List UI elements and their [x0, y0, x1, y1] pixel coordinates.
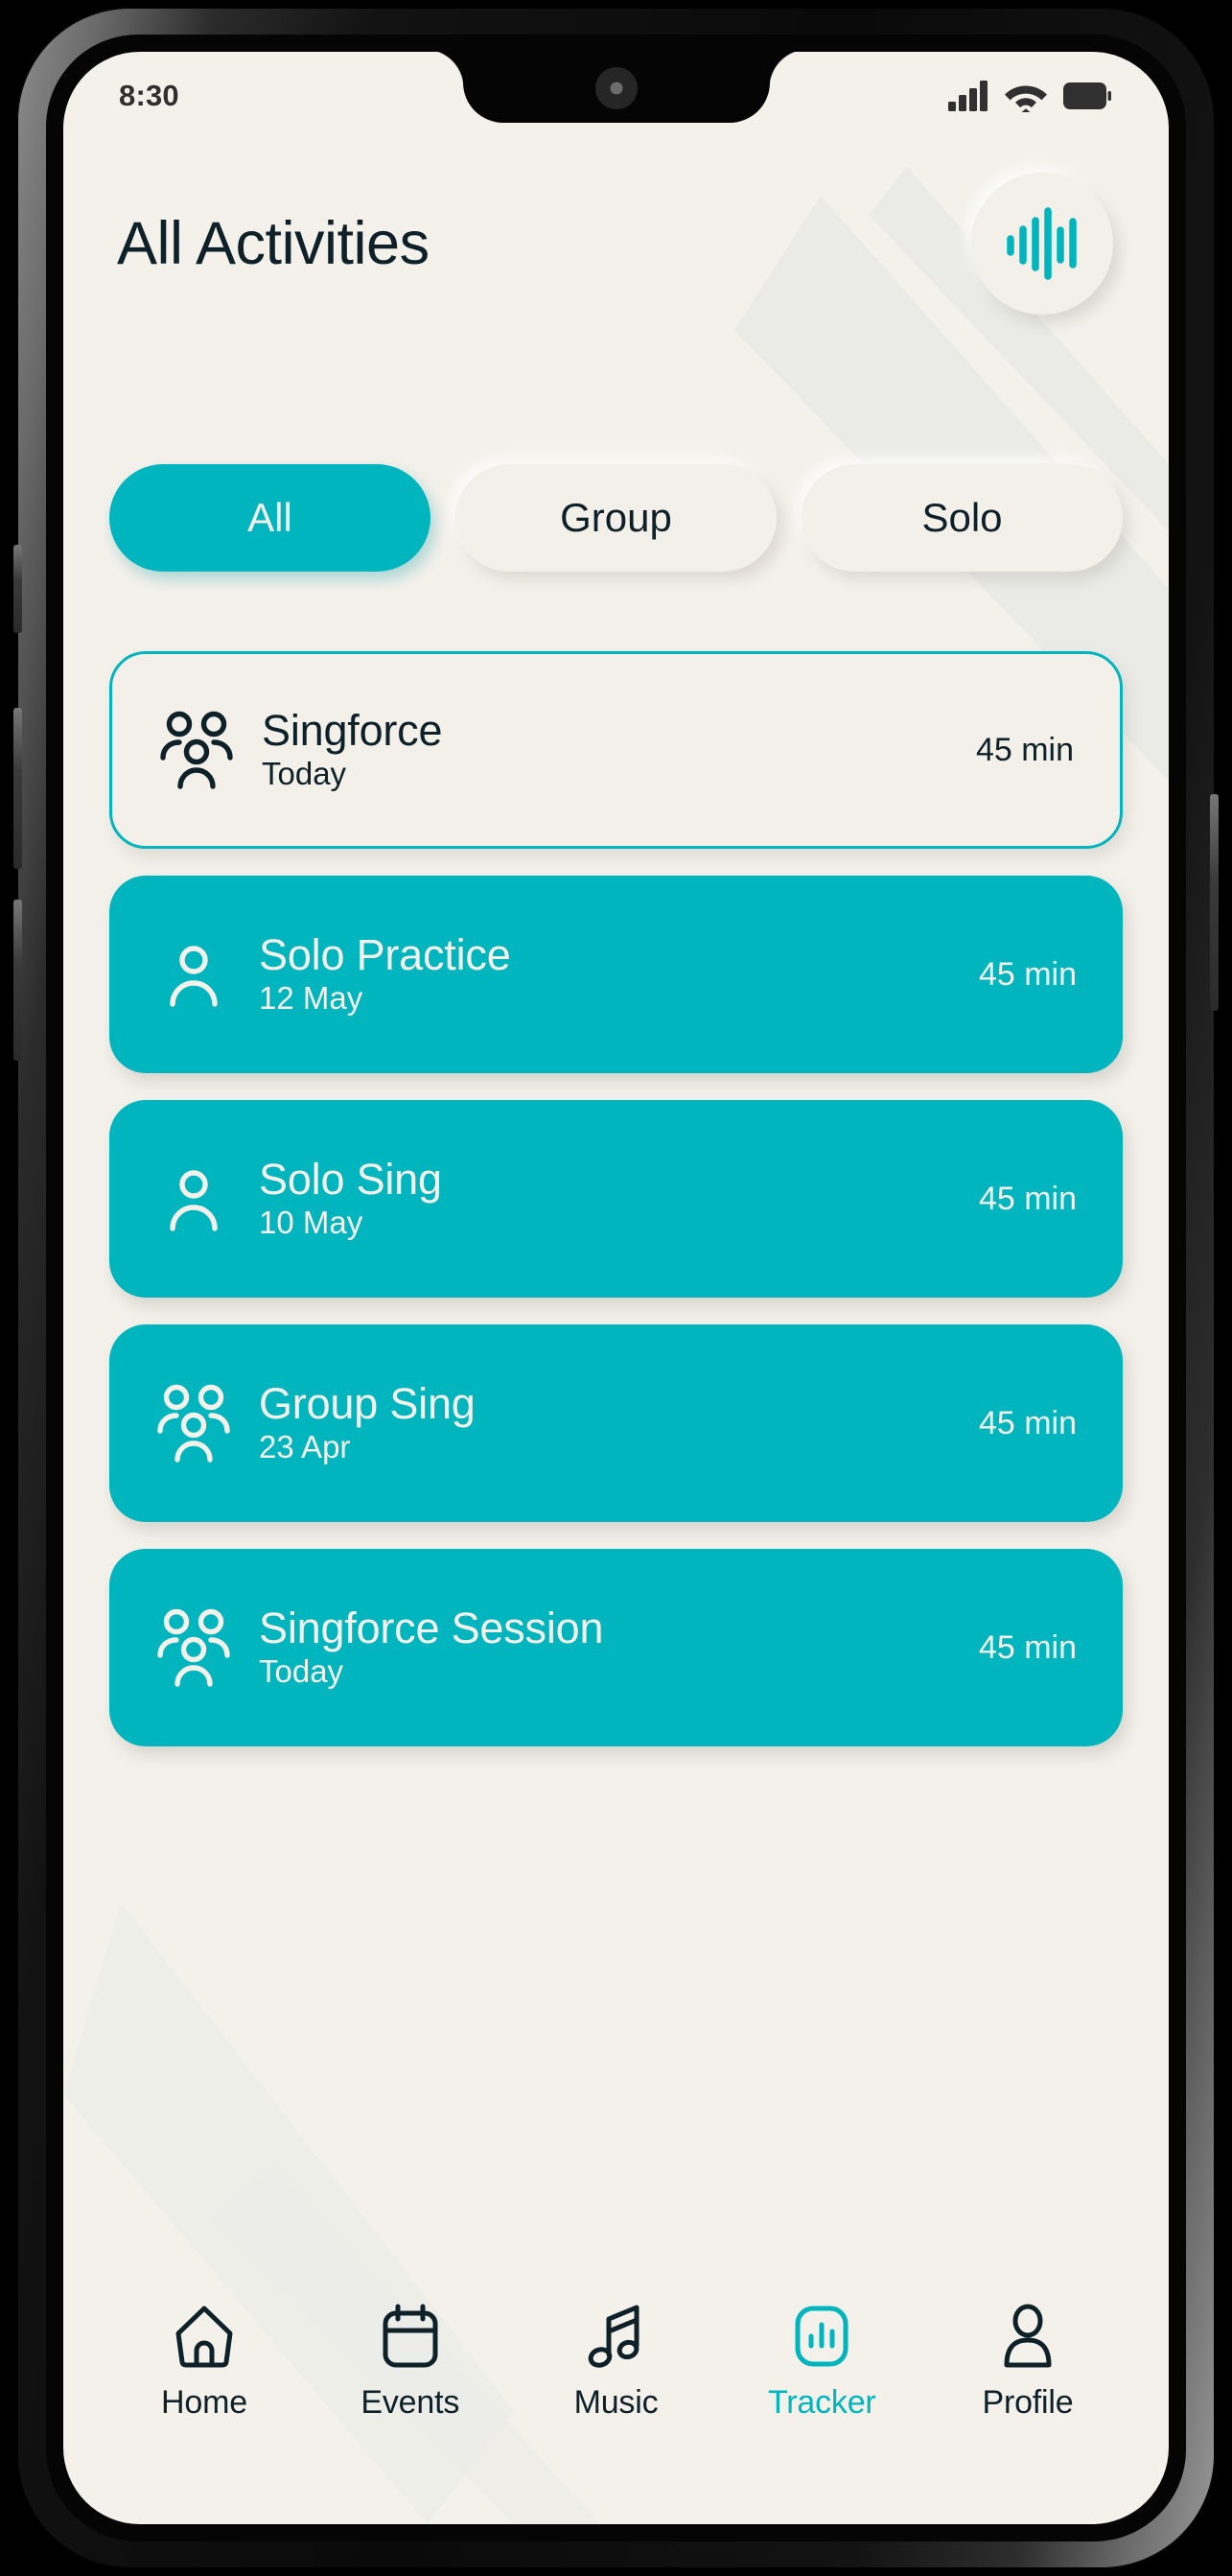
volume-down-button[interactable]: [13, 900, 22, 1061]
volume-up-button[interactable]: [13, 708, 22, 869]
activity-date: 10 May: [259, 1205, 363, 1241]
group-icon: [153, 1608, 234, 1687]
activity-card[interactable]: Group Sing 23 Apr 45 min: [109, 1324, 1123, 1522]
music-icon: [587, 2300, 646, 2373]
filter-chip-label: Solo: [921, 495, 1003, 540]
filter-chip-label: Group: [560, 495, 672, 540]
phone-frame: 8:30 All Activities All Group Solo Singf…: [13, 8, 1219, 2568]
status-time: 8:30: [119, 79, 179, 112]
activity-duration: 45 min: [978, 1628, 1077, 1666]
filter-chip-group[interactable]: Group: [455, 464, 777, 572]
activity-duration: 45 min: [975, 731, 1074, 768]
power-button[interactable]: [1210, 794, 1219, 1011]
activity-card[interactable]: Solo Sing 10 May 45 min: [109, 1100, 1123, 1298]
activity-title: Singforce Session: [259, 1603, 604, 1652]
waveform-icon: [1007, 207, 1077, 280]
nav-label: Home: [161, 2384, 247, 2421]
activity-title: Group Sing: [259, 1378, 476, 1428]
page-header: All Activities: [63, 157, 1169, 330]
phone-screen: 8:30 All Activities All Group Solo Singf…: [63, 52, 1169, 2524]
nav-item-tracker[interactable]: Tracker: [740, 2300, 903, 2422]
battery-icon: [1063, 82, 1111, 109]
activity-title: Solo Practice: [259, 929, 511, 979]
activity-date: Today: [262, 756, 347, 792]
nav-label: Events: [360, 2384, 460, 2421]
front-camera-icon: [594, 67, 638, 109]
wifi-icon: [1005, 85, 1047, 112]
activity-card[interactable]: Singforce Session Today 45 min: [109, 1549, 1123, 1746]
activity-card-text: Singforce Session Today: [234, 1604, 979, 1692]
activity-duration: 45 min: [978, 1180, 1077, 1217]
activity-duration: 45 min: [978, 1404, 1077, 1441]
activity-card[interactable]: Singforce Today 45 min: [109, 651, 1123, 849]
person-icon: [153, 935, 234, 1014]
activity-card-text: Group Sing 23 Apr: [234, 1378, 979, 1467]
activity-duration: 45 min: [978, 955, 1077, 993]
status-icons: [948, 81, 1111, 112]
filter-chip-all[interactable]: All: [109, 464, 430, 572]
signal-icon: [948, 81, 988, 111]
nav-item-profile[interactable]: Profile: [946, 2300, 1109, 2422]
nav-label: Profile: [982, 2384, 1074, 2421]
activity-card[interactable]: Solo Practice 12 May 45 min: [109, 876, 1123, 1073]
home-icon: [173, 2300, 236, 2373]
activity-card-text: Solo Practice 12 May: [234, 929, 979, 1019]
nav-label: Music: [573, 2384, 659, 2421]
activity-title: Solo Sing: [259, 1154, 442, 1204]
person-icon: [153, 1159, 234, 1238]
activity-date: 12 May: [259, 980, 363, 1017]
group-icon: [153, 1384, 234, 1463]
waveform-button[interactable]: [971, 173, 1113, 315]
activity-title: Singforce: [262, 705, 443, 755]
calendar-icon: [381, 2300, 440, 2373]
activity-date: Today: [259, 1653, 344, 1690]
page-title: All Activities: [117, 209, 430, 277]
nav-item-home[interactable]: Home: [123, 2300, 286, 2422]
group-icon: [156, 711, 237, 789]
filter-chip-group: All Group Solo: [63, 464, 1169, 572]
activity-card-text: Singforce Today: [237, 705, 976, 794]
activity-card-text: Solo Sing 10 May: [234, 1154, 979, 1243]
filter-chip-solo[interactable]: Solo: [802, 464, 1123, 572]
activity-list: Singforce Today 45 min Solo Practice 12 …: [63, 651, 1169, 1746]
mute-switch-button[interactable]: [13, 545, 22, 633]
filter-chip-label: All: [247, 495, 292, 540]
nav-item-music[interactable]: Music: [535, 2300, 698, 2422]
nav-label: Tracker: [767, 2384, 876, 2421]
nav-item-events[interactable]: Events: [329, 2300, 492, 2422]
activity-date: 23 Apr: [259, 1429, 351, 1465]
profile-icon: [998, 2300, 1058, 2373]
bottom-navigation: Home Events Music Tracker Profile: [63, 2275, 1169, 2524]
tracker-icon: [793, 2300, 850, 2373]
